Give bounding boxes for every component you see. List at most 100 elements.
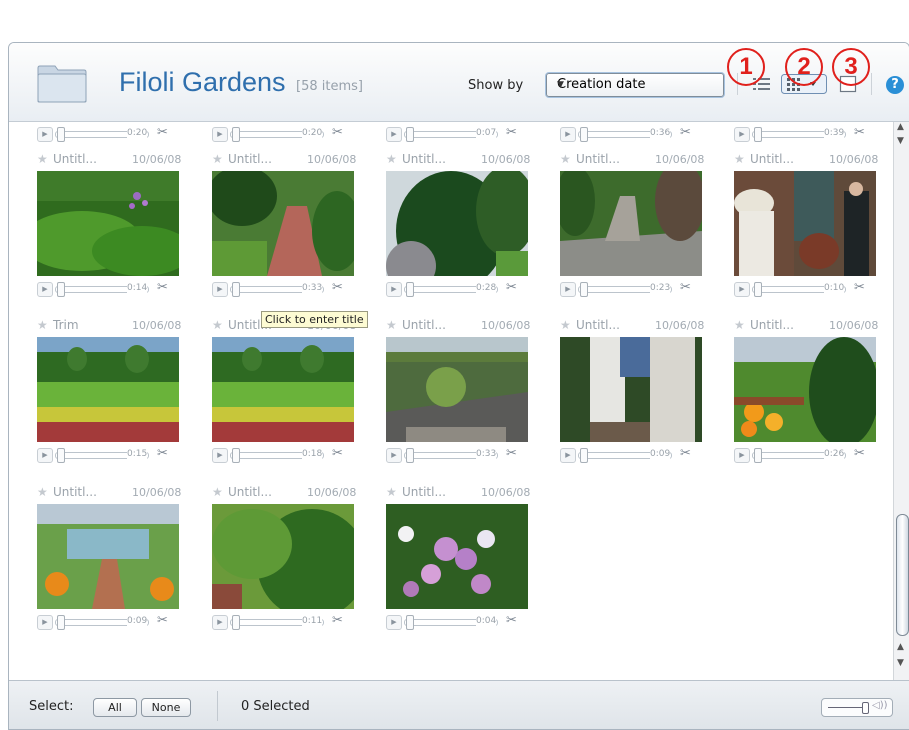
trim-icon[interactable]: ✂ — [332, 446, 343, 461]
clip-title[interactable]: Untitl... — [576, 152, 620, 166]
scrub-knob[interactable] — [232, 282, 240, 297]
trim-icon[interactable]: ✂ — [332, 125, 343, 140]
star-icon[interactable]: ★ — [212, 485, 223, 499]
event-title[interactable]: Filoli Gardens — [119, 67, 286, 98]
scrub-knob[interactable] — [580, 127, 588, 142]
scrub-knob[interactable] — [754, 448, 762, 463]
scroll-up-icon[interactable]: ▲ — [897, 122, 904, 132]
clip-thumbnail[interactable] — [386, 504, 528, 609]
trim-icon[interactable]: ✂ — [157, 613, 168, 628]
trim-icon[interactable]: ✂ — [506, 125, 517, 140]
clip-title[interactable]: Untitl... — [402, 318, 446, 332]
clip-title[interactable]: Untitl... — [53, 485, 97, 499]
star-icon[interactable]: ★ — [734, 152, 745, 166]
show-by-select[interactable]: Creation date ▼ — [546, 73, 724, 97]
trim-icon[interactable]: ✂ — [332, 280, 343, 295]
select-all-button[interactable]: All — [93, 698, 137, 717]
play-icon[interactable]: ▶ — [37, 615, 53, 630]
star-icon[interactable]: ★ — [386, 485, 397, 499]
volume-knob[interactable] — [862, 702, 869, 714]
play-icon[interactable]: ▶ — [560, 127, 576, 142]
star-icon[interactable]: ★ — [212, 152, 223, 166]
select-none-button[interactable]: None — [141, 698, 191, 717]
scrub-knob[interactable] — [406, 615, 414, 630]
clip-thumbnail[interactable] — [37, 337, 179, 442]
play-icon[interactable]: ▶ — [212, 448, 228, 463]
trim-icon[interactable]: ✂ — [680, 125, 691, 140]
play-icon[interactable]: ▶ — [386, 282, 402, 297]
play-icon[interactable]: ▶ — [386, 615, 402, 630]
scrub-knob[interactable] — [580, 282, 588, 297]
trim-icon[interactable]: ✂ — [506, 446, 517, 461]
clip-title[interactable]: Untitl... — [402, 485, 446, 499]
scrub-knob[interactable] — [57, 127, 65, 142]
scrub-knob[interactable] — [57, 282, 65, 297]
star-icon[interactable]: ★ — [37, 318, 48, 332]
trim-icon[interactable]: ✂ — [854, 446, 865, 461]
clip-thumbnail[interactable] — [734, 171, 876, 276]
trim-icon[interactable]: ✂ — [854, 280, 865, 295]
clip-thumbnail[interactable] — [560, 337, 702, 442]
clip-title[interactable]: Untitl... — [53, 152, 97, 166]
clip-title[interactable]: Untitl... — [228, 485, 272, 499]
clip-title[interactable]: Trim — [53, 318, 79, 332]
play-icon[interactable]: ▶ — [212, 615, 228, 630]
scrub-knob[interactable] — [57, 615, 65, 630]
star-icon[interactable]: ★ — [37, 485, 48, 499]
scrub-knob[interactable] — [57, 448, 65, 463]
play-icon[interactable]: ▶ — [37, 282, 53, 297]
vertical-scrollbar[interactable]: ▲ ▼ ▲ ▼ — [893, 122, 909, 680]
star-icon[interactable]: ★ — [560, 152, 571, 166]
trim-icon[interactable]: ✂ — [157, 446, 168, 461]
play-icon[interactable]: ▶ — [560, 282, 576, 297]
clip-title[interactable]: Untitl... — [576, 318, 620, 332]
scroll-up-icon[interactable]: ▲ — [897, 642, 904, 652]
clip-thumbnail[interactable] — [386, 171, 528, 276]
play-icon[interactable]: ▶ — [37, 127, 53, 142]
trim-icon[interactable]: ✂ — [506, 280, 517, 295]
play-icon[interactable]: ▶ — [386, 127, 402, 142]
play-icon[interactable]: ▶ — [37, 448, 53, 463]
clip-title[interactable]: Untitl... — [750, 318, 794, 332]
scroll-down-icon[interactable]: ▼ — [897, 136, 904, 146]
play-icon[interactable]: ▶ — [734, 282, 750, 297]
play-icon[interactable]: ▶ — [386, 448, 402, 463]
trim-icon[interactable]: ✂ — [854, 125, 865, 140]
scrub-knob[interactable] — [754, 127, 762, 142]
clip-thumbnail[interactable] — [212, 337, 354, 442]
scrollbar-thumb[interactable] — [896, 514, 909, 636]
scrub-knob[interactable] — [232, 615, 240, 630]
star-icon[interactable]: ★ — [560, 318, 571, 332]
trim-icon[interactable]: ✂ — [332, 613, 343, 628]
scrub-knob[interactable] — [232, 448, 240, 463]
scrub-knob[interactable] — [406, 448, 414, 463]
scrub-knob[interactable] — [580, 448, 588, 463]
clip-thumbnail[interactable] — [734, 337, 876, 442]
scrub-knob[interactable] — [232, 127, 240, 142]
volume-slider[interactable]: ◁)) — [821, 698, 893, 717]
star-icon[interactable]: ★ — [37, 152, 48, 166]
play-icon[interactable]: ▶ — [734, 448, 750, 463]
clip-thumbnail[interactable] — [212, 171, 354, 276]
clip-thumbnail[interactable] — [560, 171, 702, 276]
clip-title[interactable]: Untitl... — [750, 152, 794, 166]
star-icon[interactable]: ★ — [734, 318, 745, 332]
trim-icon[interactable]: ✂ — [157, 280, 168, 295]
star-icon[interactable]: ★ — [386, 318, 397, 332]
clip-thumbnail[interactable] — [386, 337, 528, 442]
clip-title[interactable]: Untitl... — [402, 152, 446, 166]
trim-icon[interactable]: ✂ — [680, 280, 691, 295]
play-icon[interactable]: ▶ — [560, 448, 576, 463]
scrub-knob[interactable] — [754, 282, 762, 297]
clip-thumbnail[interactable] — [37, 504, 179, 609]
trim-icon[interactable]: ✂ — [680, 446, 691, 461]
trim-icon[interactable]: ✂ — [506, 613, 517, 628]
clip-title[interactable]: Untitl... — [228, 152, 272, 166]
play-icon[interactable]: ▶ — [212, 127, 228, 142]
star-icon[interactable]: ★ — [386, 152, 397, 166]
clip-thumbnail[interactable] — [212, 504, 354, 609]
scrub-knob[interactable] — [406, 282, 414, 297]
help-icon[interactable]: ? — [886, 76, 904, 94]
scrub-knob[interactable] — [406, 127, 414, 142]
trim-icon[interactable]: ✂ — [157, 125, 168, 140]
